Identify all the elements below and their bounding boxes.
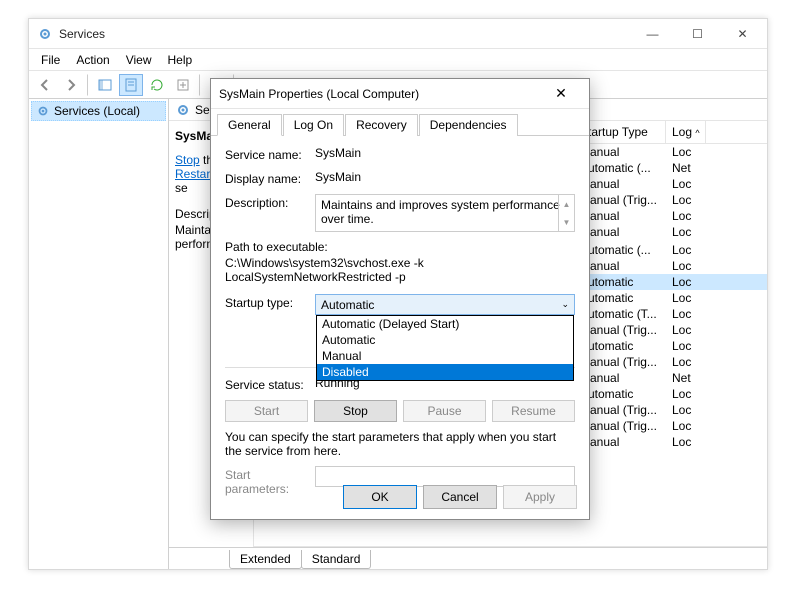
tab-recovery[interactable]: Recovery	[345, 114, 418, 136]
display-name-value: SysMain	[315, 170, 575, 186]
tree-services-local[interactable]: Services (Local)	[31, 101, 166, 121]
service-name-value: SysMain	[315, 146, 575, 162]
services-icon	[37, 26, 53, 42]
start-params-label: Start parameters:	[225, 466, 315, 496]
maximize-button[interactable]: ☐	[675, 20, 720, 48]
dialog-tabs: General Log On Recovery Dependencies	[211, 109, 589, 136]
menu-action[interactable]: Action	[68, 51, 117, 69]
tab-general[interactable]: General	[217, 114, 282, 136]
start-params-note: You can specify the start parameters tha…	[225, 430, 575, 458]
service-status-label: Service status:	[225, 376, 315, 392]
display-name-label: Display name:	[225, 170, 315, 186]
tab-extended[interactable]: Extended	[229, 550, 302, 569]
tab-dependencies[interactable]: Dependencies	[419, 114, 518, 136]
start-button: Start	[225, 400, 308, 422]
back-button[interactable]	[33, 74, 57, 96]
minimize-button[interactable]: —	[630, 20, 675, 48]
path-value: C:\Windows\system32\svchost.exe -k Local…	[225, 256, 575, 284]
console-tree: Services (Local)	[29, 99, 169, 569]
down-arrow-icon[interactable]: ▼	[558, 213, 574, 231]
horizontal-scrollbar[interactable]: ◂ ▸	[254, 546, 767, 547]
dialog-title: SysMain Properties (Local Computer)	[219, 87, 541, 101]
startup-type-label: Startup type:	[225, 294, 315, 315]
start-params-input	[315, 466, 575, 487]
show-hide-tree-button[interactable]	[93, 74, 117, 96]
gear-icon	[36, 104, 50, 118]
ok-button[interactable]: OK	[343, 485, 417, 509]
service-name-label: Service name:	[225, 146, 315, 162]
stop-button[interactable]: Stop	[314, 400, 397, 422]
col-logon[interactable]: Log ^	[666, 121, 706, 143]
titlebar[interactable]: Services — ☐ ✕	[29, 19, 767, 49]
stop-link[interactable]: Stop	[175, 153, 200, 167]
view-tabs: Extended Standard	[169, 547, 767, 569]
dialog-close-button[interactable]: ✕	[541, 80, 581, 108]
close-button[interactable]: ✕	[720, 20, 765, 48]
description-label: Description:	[225, 194, 315, 232]
up-arrow-icon[interactable]: ▲	[558, 195, 574, 213]
gear-icon	[175, 102, 191, 118]
menubar: File Action View Help	[29, 49, 767, 71]
cancel-button[interactable]: Cancel	[423, 485, 497, 509]
restart-link[interactable]: Restart	[175, 167, 214, 181]
properties-dialog: SysMain Properties (Local Computer) ✕ Ge…	[210, 78, 590, 520]
forward-button[interactable]	[59, 74, 83, 96]
option-auto-delayed[interactable]: Automatic (Delayed Start)	[317, 316, 573, 332]
apply-button: Apply	[503, 485, 577, 509]
path-label: Path to executable:	[225, 240, 575, 254]
menu-help[interactable]: Help	[160, 51, 201, 69]
description-box[interactable]: Maintains and improves system performanc…	[315, 194, 575, 232]
startup-type-combo[interactable]: Automatic ⌄ Automatic (Delayed Start) Au…	[315, 294, 575, 315]
menu-file[interactable]: File	[33, 51, 68, 69]
pause-button: Pause	[403, 400, 486, 422]
refresh-button[interactable]	[145, 74, 169, 96]
option-automatic[interactable]: Automatic	[317, 332, 573, 348]
chevron-down-icon: ⌄	[561, 299, 569, 310]
startup-type-dropdown: Automatic (Delayed Start) Automatic Manu…	[316, 315, 574, 381]
menu-view[interactable]: View	[118, 51, 160, 69]
properties-button[interactable]	[119, 74, 143, 96]
resume-button: Resume	[492, 400, 575, 422]
option-manual[interactable]: Manual	[317, 348, 573, 364]
dialog-titlebar[interactable]: SysMain Properties (Local Computer) ✕	[211, 79, 589, 109]
window-title: Services	[59, 27, 630, 41]
export-button[interactable]	[171, 74, 195, 96]
option-disabled[interactable]: Disabled	[317, 364, 573, 380]
tab-standard[interactable]: Standard	[301, 550, 372, 569]
tab-logon[interactable]: Log On	[283, 114, 344, 136]
